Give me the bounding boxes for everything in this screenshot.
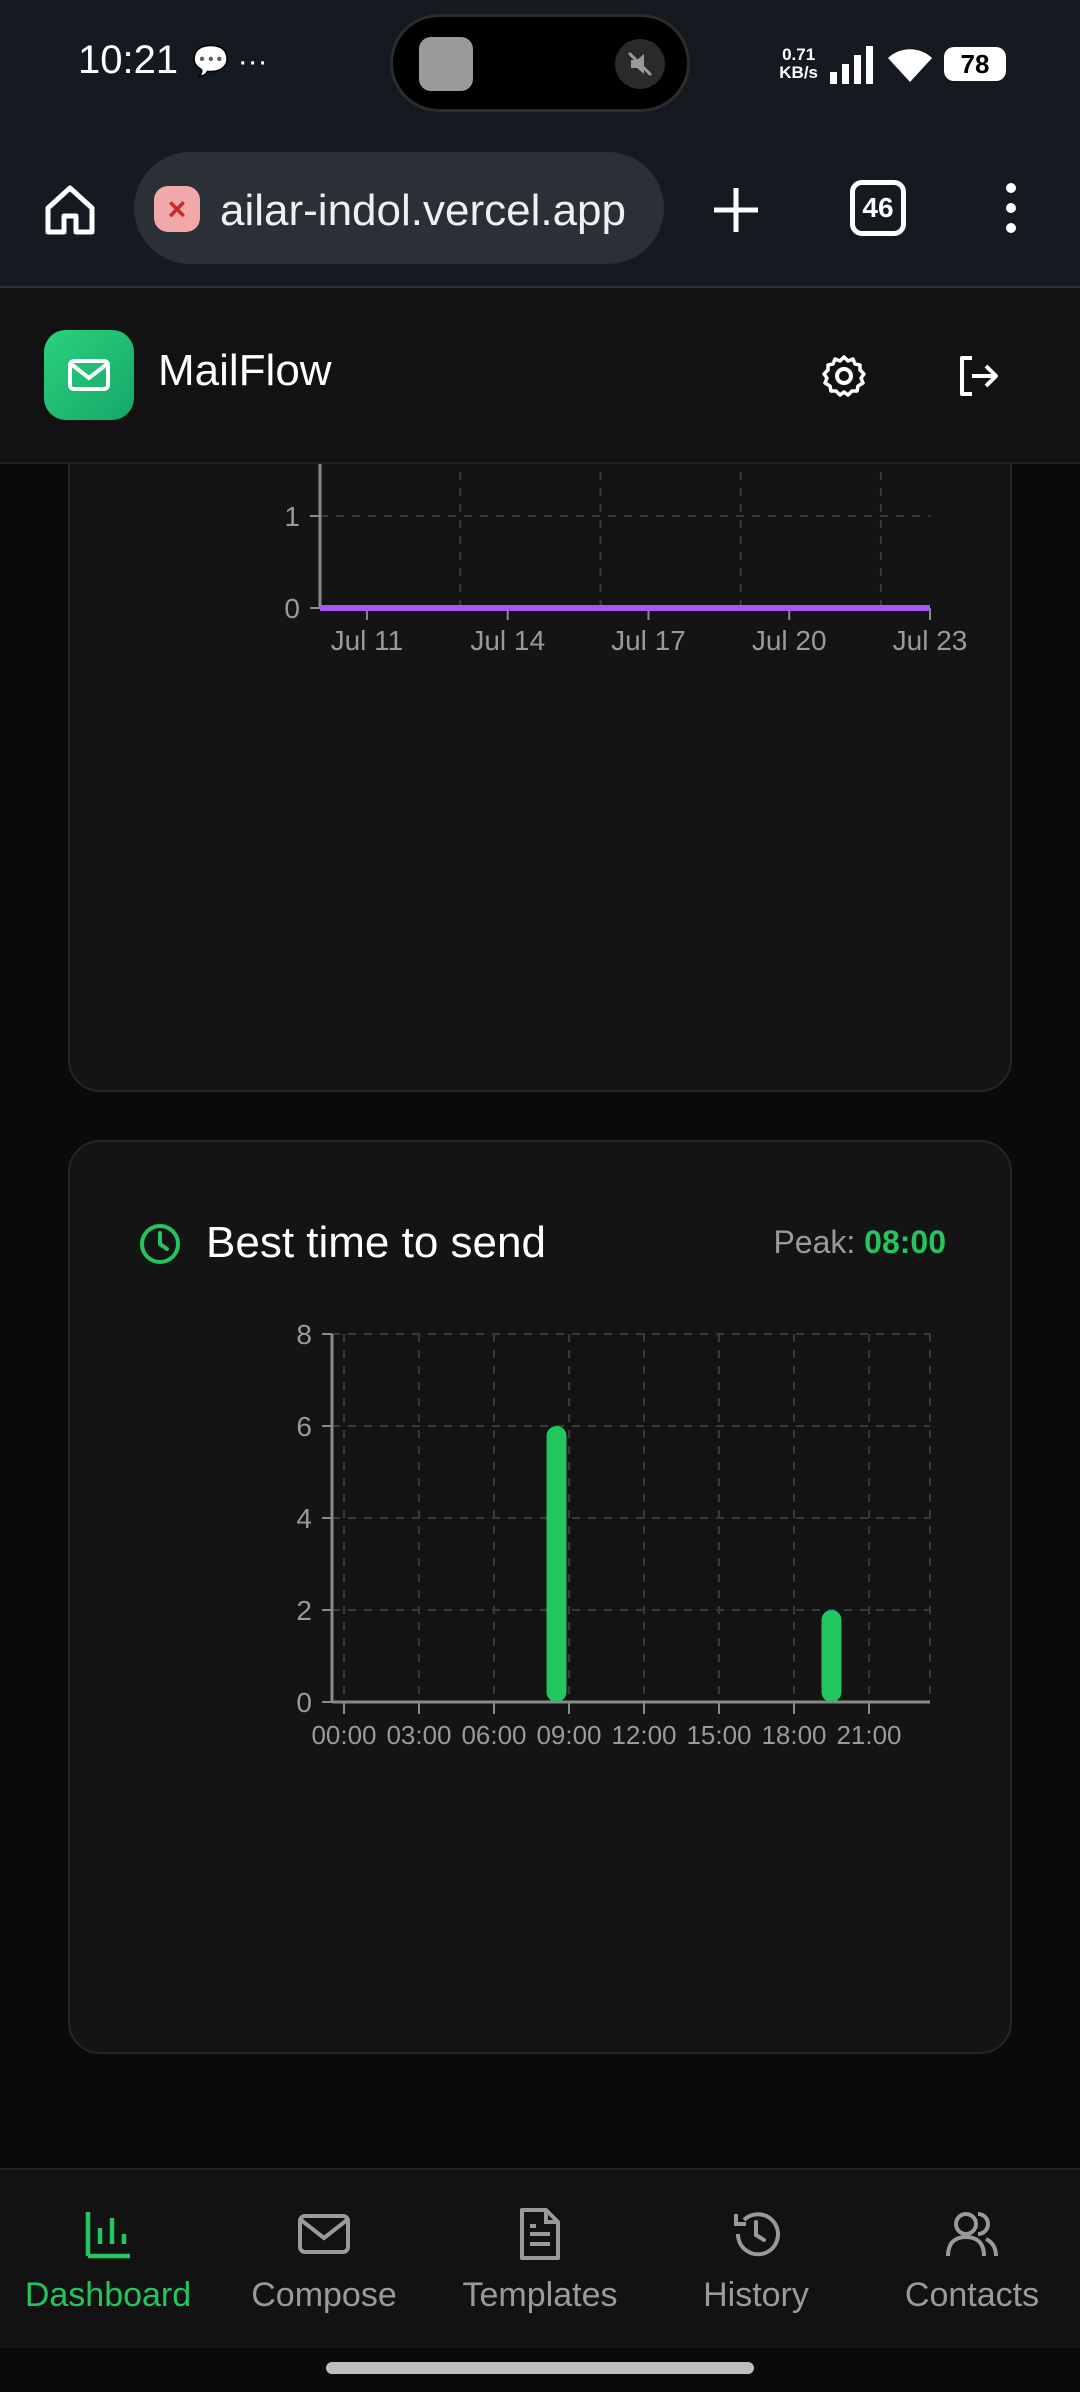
tab-count: 46 — [862, 192, 894, 223]
logout-icon — [960, 356, 998, 396]
logout-button[interactable] — [944, 342, 1012, 410]
x-tick-label: 15:00 — [686, 1720, 751, 1750]
mail-icon — [298, 2214, 350, 2254]
nav-label: History — [703, 2276, 809, 2314]
bar — [546, 1426, 567, 1702]
notification-icons: 💬 ··· — [192, 45, 268, 78]
document-icon — [520, 2208, 560, 2260]
x-tick-label: Jul 17 — [611, 625, 686, 656]
x-tick-label: Jul 23 — [893, 625, 968, 656]
nav-label: Compose — [251, 2276, 397, 2314]
status-time: 10:21 — [78, 38, 179, 82]
app-header: MailFlow — [0, 288, 1080, 464]
insecure-site-icon[interactable]: × — [154, 186, 200, 232]
dashboard-content[interactable]: 0123Jul 11Jul 14Jul 17Jul 20Jul 23 Best … — [0, 464, 1080, 2168]
media-thumbnail — [419, 37, 473, 91]
settings-button[interactable] — [810, 342, 878, 410]
x-tick-label: 21:00 — [836, 1720, 901, 1750]
network-speed: 0.71 KB/s — [779, 45, 818, 82]
bar — [821, 1610, 842, 1702]
tab-switcher-button[interactable]: 46 — [850, 180, 906, 236]
x-tick-label: 06:00 — [461, 1720, 526, 1750]
gesture-area — [0, 2348, 1080, 2392]
line-chart: 0123Jul 11Jul 14Jul 17Jul 20Jul 23 — [284, 464, 968, 656]
battery-icon: 78 — [944, 47, 1006, 81]
url-text: ailar-indol.vercel.app — [220, 186, 626, 235]
app-logo — [44, 330, 134, 420]
x-tick-label: Jul 11 — [331, 625, 404, 656]
home-icon[interactable] — [40, 180, 100, 245]
more-menu-icon[interactable] — [996, 178, 1026, 243]
nav-dashboard[interactable]: Dashboard — [0, 2170, 216, 2348]
x-tick-label: Jul 14 — [470, 625, 545, 656]
y-tick-label: 1 — [284, 501, 300, 532]
nav-label: Contacts — [904, 2276, 1040, 2314]
y-tick-label: 0 — [284, 593, 300, 624]
status-right: 0.71 KB/s 78 — [779, 34, 1006, 94]
x-tick-label: 09:00 — [536, 1720, 601, 1750]
signal-icon — [830, 46, 873, 84]
nav-compose[interactable]: Compose — [216, 2170, 432, 2348]
x-tick-label: 00:00 — [311, 1720, 376, 1750]
dynamic-island — [390, 14, 690, 112]
y-tick-label: 6 — [296, 1411, 312, 1442]
y-tick-label: 0 — [296, 1687, 312, 1718]
wifi-icon — [888, 49, 932, 82]
gear-icon — [822, 355, 866, 397]
x-tick-label: 12:00 — [611, 1720, 676, 1750]
y-tick-label: 2 — [296, 1595, 312, 1626]
bar-chart-icon — [85, 2212, 130, 2259]
nav-label: Dashboard — [24, 2276, 192, 2314]
y-tick-label: 4 — [296, 1503, 312, 1534]
app-title: MailFlow — [158, 346, 332, 395]
mute-icon — [615, 39, 665, 89]
nav-history[interactable]: History — [648, 2170, 864, 2348]
bar-chart: 0 2 4 6 8 00:00 03:00 06:00 09:00 12:00 15:00 18:00… — [296, 1319, 931, 1750]
best-time-card: Best time to send Peak: 08:00 0 2 4 6 8 00:00… — [68, 1140, 1012, 2054]
mail-icon — [68, 359, 110, 391]
x-tick-label: Jul 20 — [752, 625, 827, 656]
status-bar: 10:21 💬 ··· 0.71 KB/s 78 — [0, 0, 1080, 130]
users-icon — [946, 2212, 998, 2257]
new-tab-icon[interactable] — [706, 180, 766, 245]
nav-contacts[interactable]: Contacts — [864, 2170, 1080, 2348]
home-indicator[interactable] — [326, 2362, 754, 2374]
x-tick-label: 18:00 — [761, 1720, 826, 1750]
nav-label: Templates — [462, 2276, 618, 2314]
line-chart-card: 0123Jul 11Jul 14Jul 17Jul 20Jul 23 — [68, 464, 1012, 1092]
x-tick-label: 03:00 — [386, 1720, 451, 1750]
history-icon — [734, 2212, 780, 2257]
browser-toolbar: × ailar-indol.vercel.app 46 — [0, 130, 1080, 288]
bottom-nav: Dashboard Compose Templates History Cont… — [0, 2168, 1080, 2348]
nav-templates[interactable]: Templates — [432, 2170, 648, 2348]
y-tick-label: 8 — [296, 1319, 312, 1350]
address-bar[interactable]: × ailar-indol.vercel.app — [134, 152, 664, 264]
